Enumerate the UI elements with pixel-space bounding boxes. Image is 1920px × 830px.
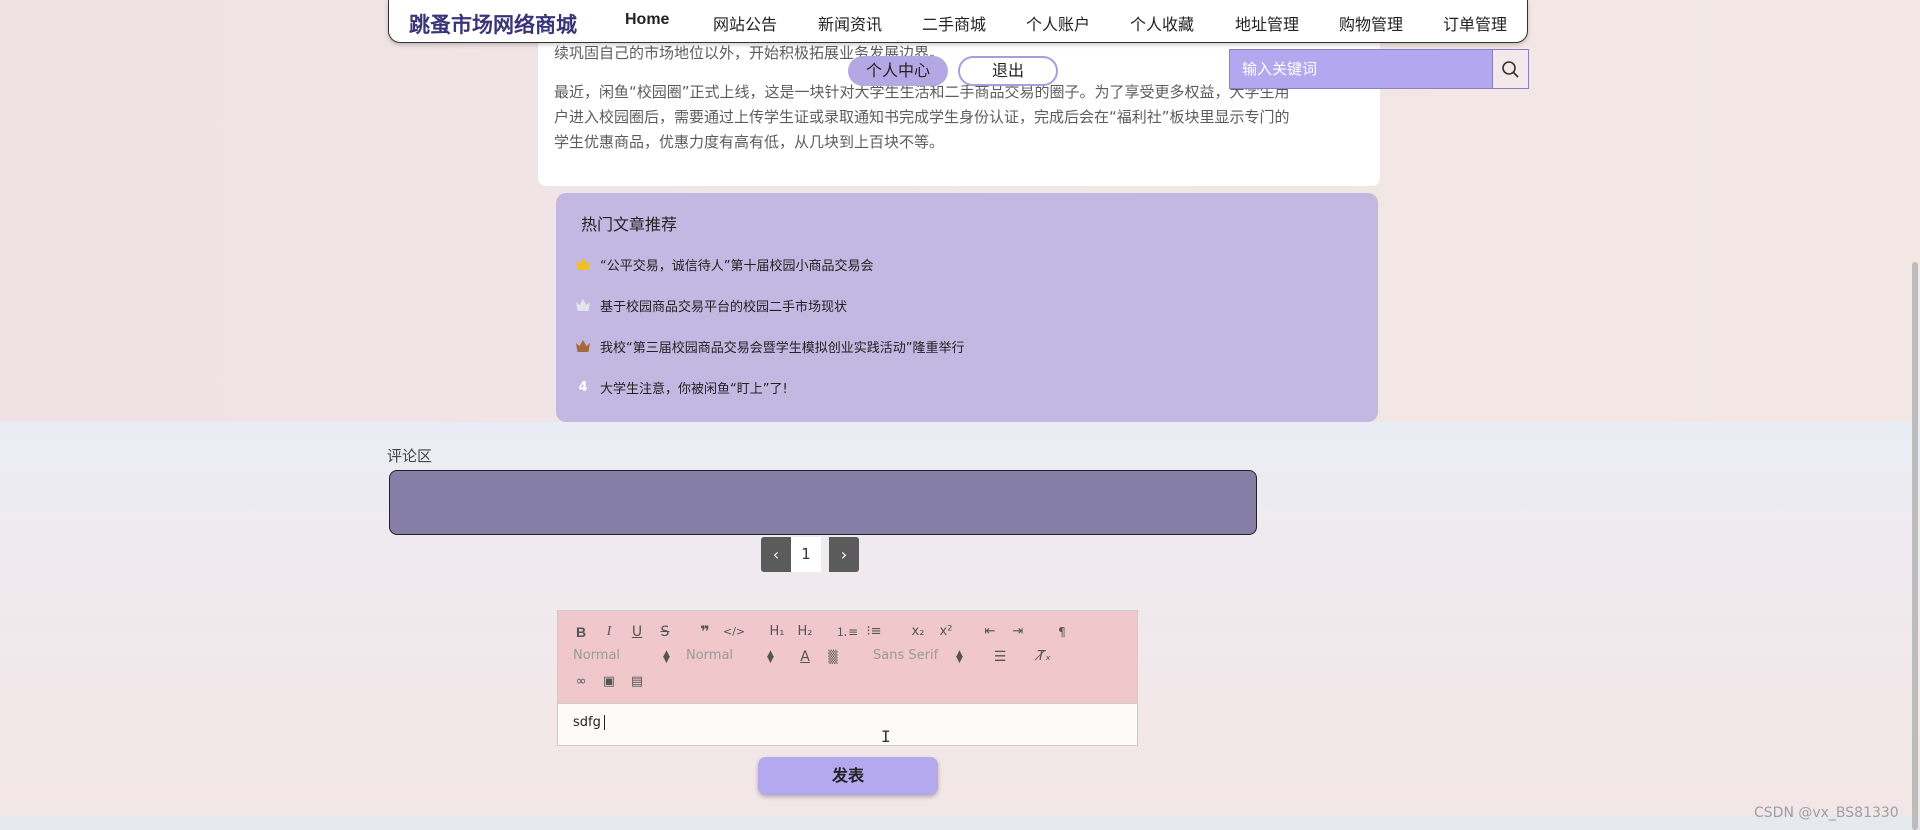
nav-news[interactable]: 新闻资讯 bbox=[818, 11, 882, 35]
hot-articles-panel: 热门文章推荐 “公平交易，诚信待人”第十届校园小商品交易会 基于校园商品交易平台… bbox=[556, 193, 1378, 422]
nav-shopping[interactable]: 购物管理 bbox=[1339, 11, 1403, 35]
pagination-next-button[interactable]: › bbox=[829, 537, 859, 572]
personal-center-button[interactable]: 个人中心 bbox=[848, 56, 948, 86]
comments-list bbox=[389, 470, 1257, 535]
hot-article-title: 基于校园商品交易平台的校园二手市场现状 bbox=[600, 300, 848, 315]
editor-content-area[interactable]: sdfg bbox=[557, 704, 1138, 746]
nav-favorites[interactable]: 个人收藏 bbox=[1130, 11, 1194, 35]
font-select[interactable]: Sans Serif ▲ ▼ bbox=[873, 648, 973, 665]
hot-article-title: “公平交易，诚信待人”第十届校园小商品交易会 bbox=[600, 259, 874, 274]
nav-address[interactable]: 地址管理 bbox=[1235, 11, 1299, 35]
align-icon[interactable]: ☰ bbox=[990, 648, 1010, 666]
hot-article-title: 我校“第三届校园商品交易会暨学生模拟创业实践活动”隆重举行 bbox=[600, 341, 965, 356]
logout-button[interactable]: 退出 bbox=[958, 56, 1058, 86]
search-icon bbox=[1502, 61, 1519, 78]
submit-comment-button[interactable]: 发表 bbox=[758, 757, 938, 795]
italic-icon[interactable]: I bbox=[599, 623, 619, 641]
font-color-icon[interactable]: A bbox=[795, 648, 815, 666]
article-paragraph-line-2: 户进入校园圈后，需要通过上传学生证或录取通知书完成学生身份认证，完成后会在“福利… bbox=[554, 108, 1290, 126]
nav-home[interactable]: Home bbox=[625, 11, 669, 29]
watermark: CSDN @vx_BS81330 bbox=[1754, 805, 1899, 821]
pagination-prev-button[interactable]: ‹ bbox=[761, 537, 791, 572]
size-select[interactable]: Normal ▲ ▼ bbox=[686, 648, 776, 665]
video-icon[interactable]: ▤ bbox=[627, 673, 647, 691]
nav-second-hand-mall[interactable]: 二手商城 bbox=[922, 11, 986, 35]
heading-2-icon[interactable]: H₂ bbox=[795, 623, 815, 641]
nav-orders[interactable]: 订单管理 bbox=[1443, 11, 1507, 35]
editor-text: sdfg bbox=[573, 715, 605, 730]
editor-toolbar: B I U S ❞ </> H₁ H₂ ⒈≡ ⁝≡ x₂ x² ⇤ ⇥ ¶ No… bbox=[557, 610, 1138, 704]
editor-text-value: sdfg bbox=[573, 715, 601, 730]
link-icon[interactable]: ∞ bbox=[571, 673, 591, 691]
comments-label: 评论区 bbox=[387, 447, 433, 465]
bold-icon[interactable]: B bbox=[571, 623, 591, 641]
search-button[interactable] bbox=[1493, 49, 1529, 89]
heading-1-icon[interactable]: H₁ bbox=[767, 623, 787, 641]
search-box bbox=[1229, 49, 1493, 89]
code-block-icon[interactable]: </> bbox=[723, 623, 745, 641]
header-select-value: Normal bbox=[573, 648, 621, 663]
size-select-value: Normal bbox=[686, 648, 734, 663]
font-select-value: Sans Serif bbox=[873, 648, 939, 663]
underline-icon[interactable]: U bbox=[627, 623, 647, 641]
hot-article-title: 大学生注意，你被闲鱼“盯上”了! bbox=[600, 382, 788, 397]
bronze-crown-icon bbox=[574, 339, 592, 355]
blockquote-icon[interactable]: ❞ bbox=[695, 623, 715, 641]
ordered-list-icon[interactable]: ⒈≡ bbox=[836, 623, 858, 641]
hot-article-item[interactable]: 我校“第三届校园商品交易会暨学生模拟创业实践活动”隆重举行 bbox=[574, 337, 964, 357]
superscript-icon[interactable]: x² bbox=[936, 623, 956, 641]
hot-articles-title: 热门文章推荐 bbox=[581, 215, 678, 234]
article-paragraph-line-3: 学生优惠商品，优惠力度有高有低，从几块到上百块不等。 bbox=[554, 133, 945, 151]
select-arrows-icon: ▲ ▼ bbox=[767, 649, 774, 665]
top-navbar: 跳蚤市场网络商城 Home 网站公告 新闻资讯 二手商城 个人账户 个人收藏 地… bbox=[388, 0, 1528, 43]
silver-crown-icon bbox=[574, 298, 592, 314]
text-cursor-icon: I bbox=[881, 727, 891, 746]
clear-format-icon[interactable]: T̸ₓ bbox=[1034, 648, 1054, 666]
nav-account[interactable]: 个人账户 bbox=[1026, 11, 1090, 35]
indent-icon[interactable]: ⇥ bbox=[1008, 623, 1028, 641]
page-footer-strip bbox=[0, 815, 1920, 830]
scrollbar[interactable] bbox=[1912, 262, 1918, 830]
nav-announcements[interactable]: 网站公告 bbox=[713, 11, 777, 35]
search-input[interactable] bbox=[1230, 50, 1492, 88]
text-caret bbox=[603, 715, 605, 730]
site-brand[interactable]: 跳蚤市场网络商城 bbox=[409, 9, 577, 39]
outdent-icon[interactable]: ⇤ bbox=[980, 623, 1000, 641]
image-icon[interactable]: ▣ bbox=[599, 673, 619, 691]
hot-article-item[interactable]: 4 大学生注意，你被闲鱼“盯上”了! bbox=[574, 378, 788, 398]
header-select[interactable]: Normal ▲ ▼ bbox=[573, 648, 670, 665]
gold-crown-icon bbox=[574, 257, 592, 273]
text-direction-icon[interactable]: ¶ bbox=[1052, 623, 1072, 641]
hot-article-item[interactable]: “公平交易，诚信待人”第十届校园小商品交易会 bbox=[574, 255, 873, 275]
pagination-current-page[interactable]: 1 bbox=[791, 537, 821, 572]
background-color-icon[interactable]: ▒ bbox=[823, 648, 843, 666]
rank-number: 4 bbox=[578, 379, 588, 395]
select-arrows-icon: ▲ ▼ bbox=[956, 649, 963, 665]
select-arrows-icon: ▲ ▼ bbox=[663, 649, 670, 665]
hot-article-item[interactable]: 基于校园商品交易平台的校园二手市场现状 bbox=[574, 296, 847, 316]
bullet-list-icon[interactable]: ⁝≡ bbox=[864, 623, 884, 641]
subscript-icon[interactable]: x₂ bbox=[908, 623, 928, 641]
strikethrough-icon[interactable]: S bbox=[655, 623, 675, 641]
